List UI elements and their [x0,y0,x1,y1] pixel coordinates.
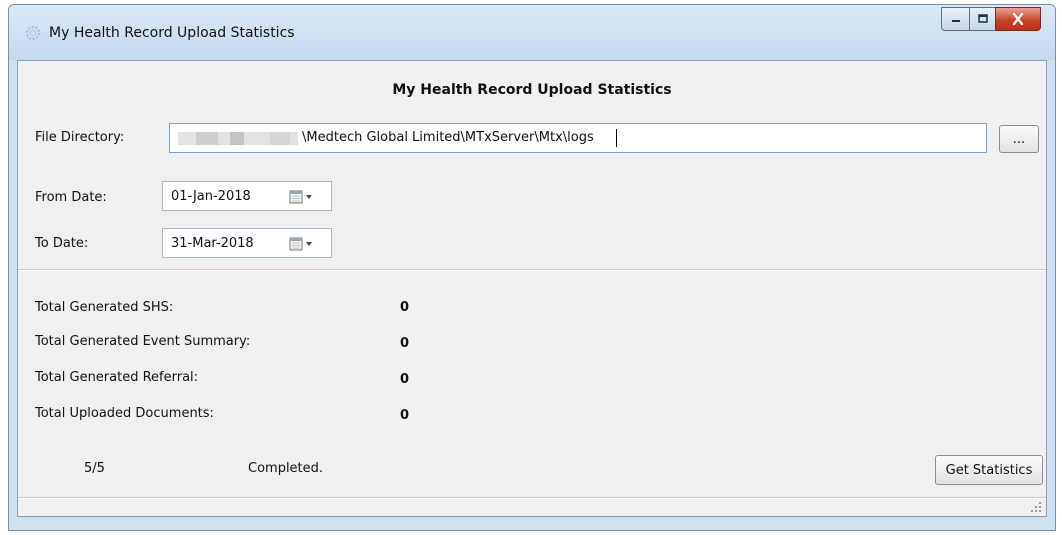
maximize-button[interactable] [969,7,995,31]
get-statistics-button[interactable]: Get Statistics [935,455,1043,485]
app-window: My Health Record Upload Statistics My He… [8,4,1056,531]
window-controls [941,7,1041,33]
text-cursor [616,129,617,147]
redacted-block [270,132,290,145]
minimize-icon [951,20,960,22]
title-bar[interactable]: My Health Record Upload Statistics [9,5,1055,60]
close-button[interactable] [995,7,1041,31]
dialog-body: My Health Record Upload Statistics File … [17,60,1047,517]
calendar-dropdown-icon[interactable] [289,190,319,204]
status-bar-divider-highlight [18,498,1046,499]
stat-label-referral: Total Generated Referral: [35,370,199,385]
stat-label-event-summary: Total Generated Event Summary: [35,334,251,349]
window-title: My Health Record Upload Statistics [49,25,295,41]
maximize-icon [977,14,988,23]
to-date-value: 31-Mar-2018 [171,236,254,251]
close-icon [1012,13,1024,25]
stat-value-event-summary: 0 [400,336,410,351]
file-directory-label: File Directory: [35,130,125,145]
from-date-value: 01-Jan-2018 [171,189,251,204]
stat-label-uploaded-documents: Total Uploaded Documents: [35,406,214,421]
file-directory-value: \Medtech Global Limited\MTxServer\Mtx\lo… [302,130,594,145]
dialog-heading: My Health Record Upload Statistics [392,82,672,98]
browse-button[interactable]: ... [999,125,1039,153]
stat-value-shs: 0 [400,300,410,315]
from-date-picker[interactable]: 01-Jan-2018 [162,181,332,211]
stat-value-referral: 0 [400,372,410,387]
from-date-label: From Date: [35,190,107,205]
app-gear-icon [25,25,41,41]
redacted-path-prefix [178,132,298,145]
calendar-dropdown-icon[interactable] [289,237,319,251]
resize-grip-icon[interactable] [1030,501,1042,513]
to-date-label: To Date: [35,236,89,251]
section-divider-highlight [18,270,1046,271]
stat-label-shs: Total Generated SHS: [35,300,174,315]
redacted-block [196,132,218,145]
minimize-button[interactable] [941,7,969,31]
redacted-block [230,132,244,145]
status-text: Completed. [248,461,324,476]
to-date-picker[interactable]: 31-Mar-2018 [162,228,332,258]
file-directory-input[interactable]: \Medtech Global Limited\MTxServer\Mtx\lo… [169,123,987,153]
progress-count: 5/5 [84,461,105,476]
stat-value-uploaded-documents: 0 [400,408,410,423]
